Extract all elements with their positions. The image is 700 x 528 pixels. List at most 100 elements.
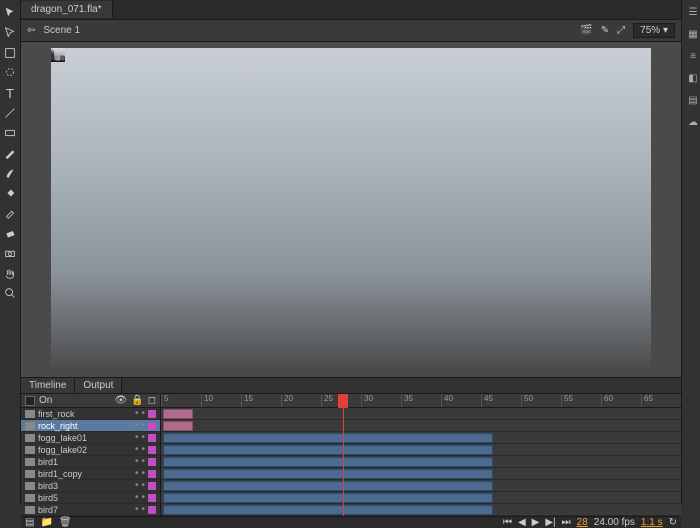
- layer-lock-dot[interactable]: •: [141, 456, 145, 467]
- timeline-frames[interactable]: 5101520253035404550556065: [161, 394, 681, 516]
- frame-span[interactable]: [163, 421, 193, 431]
- layer-vis-dot[interactable]: •: [135, 480, 139, 491]
- layer-color-box[interactable]: [148, 458, 156, 466]
- frame-row[interactable]: [161, 456, 681, 468]
- paint-bucket-tool[interactable]: [0, 184, 20, 202]
- layer-lock-dot[interactable]: •: [141, 408, 145, 419]
- align-icon[interactable]: ≡: [685, 48, 700, 64]
- hand-tool[interactable]: [0, 264, 20, 282]
- layer-lock-dot[interactable]: •: [141, 444, 145, 455]
- eyedropper-tool[interactable]: [0, 204, 20, 222]
- layer-vis-dot[interactable]: •: [135, 468, 139, 479]
- line-tool[interactable]: [0, 104, 20, 122]
- clapboard-icon[interactable]: 🎬: [580, 25, 592, 36]
- cc-libraries-icon[interactable]: ☁: [685, 114, 700, 130]
- loop-icon[interactable]: ↻: [669, 517, 677, 528]
- frame-row[interactable]: [161, 468, 681, 480]
- lock-header-icon[interactable]: 🔒: [131, 395, 143, 406]
- swatches-icon[interactable]: ▤: [685, 92, 700, 108]
- timeline-layer-row[interactable]: first_rock••: [21, 408, 160, 420]
- timeline-layer-row[interactable]: fogg_lake02••: [21, 444, 160, 456]
- timeline-layer-row[interactable]: bird7••: [21, 504, 160, 516]
- eraser-tool[interactable]: [0, 224, 20, 242]
- timeline-layer-row[interactable]: bird3••: [21, 480, 160, 492]
- document-tab[interactable]: dragon_071.fla*: [21, 1, 113, 18]
- frame-span[interactable]: [163, 469, 493, 479]
- layer-lock-dot[interactable]: •: [141, 468, 145, 479]
- timeline-layer-row[interactable]: fogg_lake01••: [21, 432, 160, 444]
- layer-vis-dot[interactable]: •: [135, 420, 139, 431]
- layer-color-box[interactable]: [148, 422, 156, 430]
- brush-tool[interactable]: [0, 164, 20, 182]
- frame-row[interactable]: [161, 492, 681, 504]
- frame-span[interactable]: [163, 493, 493, 503]
- layer-vis-dot[interactable]: •: [135, 432, 139, 443]
- layer-vis-dot[interactable]: •: [135, 408, 139, 419]
- camera-tool[interactable]: [0, 244, 20, 262]
- layer-lock-dot[interactable]: •: [141, 504, 145, 515]
- timeline-layer-row[interactable]: bird1••: [21, 456, 160, 468]
- frame-span[interactable]: [163, 433, 493, 443]
- goto-first-icon[interactable]: ⏮: [503, 517, 512, 528]
- layer-color-box[interactable]: [148, 482, 156, 490]
- frame-row[interactable]: [161, 432, 681, 444]
- zoom-tool[interactable]: [0, 284, 20, 302]
- step-back-icon[interactable]: ◀: [518, 517, 526, 528]
- frame-span[interactable]: [163, 505, 493, 515]
- rectangle-tool[interactable]: [0, 124, 20, 142]
- stage-canvas[interactable]: [21, 42, 681, 377]
- frame-row[interactable]: [161, 480, 681, 492]
- frame-row[interactable]: [161, 420, 681, 432]
- frame-row[interactable]: [161, 408, 681, 420]
- layer-color-box[interactable]: [148, 506, 156, 514]
- text-tool[interactable]: T: [0, 84, 20, 102]
- frame-span[interactable]: [163, 409, 193, 419]
- zoom-dropdown[interactable]: 75% ▾: [633, 23, 675, 38]
- layer-vis-dot[interactable]: •: [135, 492, 139, 503]
- frame-span[interactable]: [163, 445, 493, 455]
- timeline-layer-row[interactable]: bird1_copy••: [21, 468, 160, 480]
- layer-color-box[interactable]: [148, 434, 156, 442]
- layer-lock-dot[interactable]: •: [141, 492, 145, 503]
- goto-last-icon[interactable]: ⏭: [562, 517, 571, 528]
- frame-span[interactable]: [163, 457, 493, 467]
- layer-lock-dot[interactable]: •: [141, 480, 145, 491]
- layer-depth-toggle[interactable]: [25, 396, 35, 406]
- layer-color-box[interactable]: [148, 410, 156, 418]
- tab-output[interactable]: Output: [75, 378, 122, 393]
- layer-color-box[interactable]: [148, 470, 156, 478]
- layer-vis-dot[interactable]: •: [135, 504, 139, 515]
- step-fwd-icon[interactable]: ▶|: [545, 517, 555, 528]
- subselection-tool[interactable]: [0, 24, 20, 42]
- timeline-layer-row[interactable]: rock_right••: [21, 420, 160, 432]
- playhead[interactable]: [338, 394, 348, 408]
- fit-icon[interactable]: ⤢: [617, 25, 625, 36]
- tab-timeline[interactable]: Timeline: [21, 378, 75, 393]
- scene-nav-icon[interactable]: ⇦: [27, 25, 35, 36]
- timeline-layer-row[interactable]: bird5••: [21, 492, 160, 504]
- scene-label[interactable]: Scene 1: [43, 25, 80, 36]
- properties-icon[interactable]: ☰: [685, 4, 700, 20]
- library-icon[interactable]: ▦: [685, 26, 700, 42]
- free-transform-tool[interactable]: [0, 44, 20, 62]
- layer-vis-dot[interactable]: •: [135, 456, 139, 467]
- new-folder-icon[interactable]: 📁: [40, 517, 52, 528]
- selection-tool[interactable]: [0, 4, 20, 22]
- edit-scene-icon[interactable]: ✎: [601, 25, 609, 36]
- frame-row[interactable]: [161, 504, 681, 516]
- outline-header-icon[interactable]: ◻: [148, 395, 156, 406]
- color-icon[interactable]: ◧: [685, 70, 700, 86]
- layer-vis-dot[interactable]: •: [135, 444, 139, 455]
- new-layer-icon[interactable]: ▤: [25, 517, 34, 528]
- lasso-tool[interactable]: [0, 64, 20, 82]
- layer-color-box[interactable]: [148, 446, 156, 454]
- layer-lock-dot[interactable]: •: [141, 420, 145, 431]
- layer-color-box[interactable]: [148, 494, 156, 502]
- current-frame[interactable]: 28: [577, 517, 588, 528]
- frame-span[interactable]: [163, 481, 493, 491]
- pencil-tool[interactable]: [0, 144, 20, 162]
- delete-layer-icon[interactable]: 🗑: [59, 517, 72, 528]
- visibility-header-icon[interactable]: 👁: [115, 395, 128, 406]
- frame-row[interactable]: [161, 444, 681, 456]
- layer-lock-dot[interactable]: •: [141, 432, 145, 443]
